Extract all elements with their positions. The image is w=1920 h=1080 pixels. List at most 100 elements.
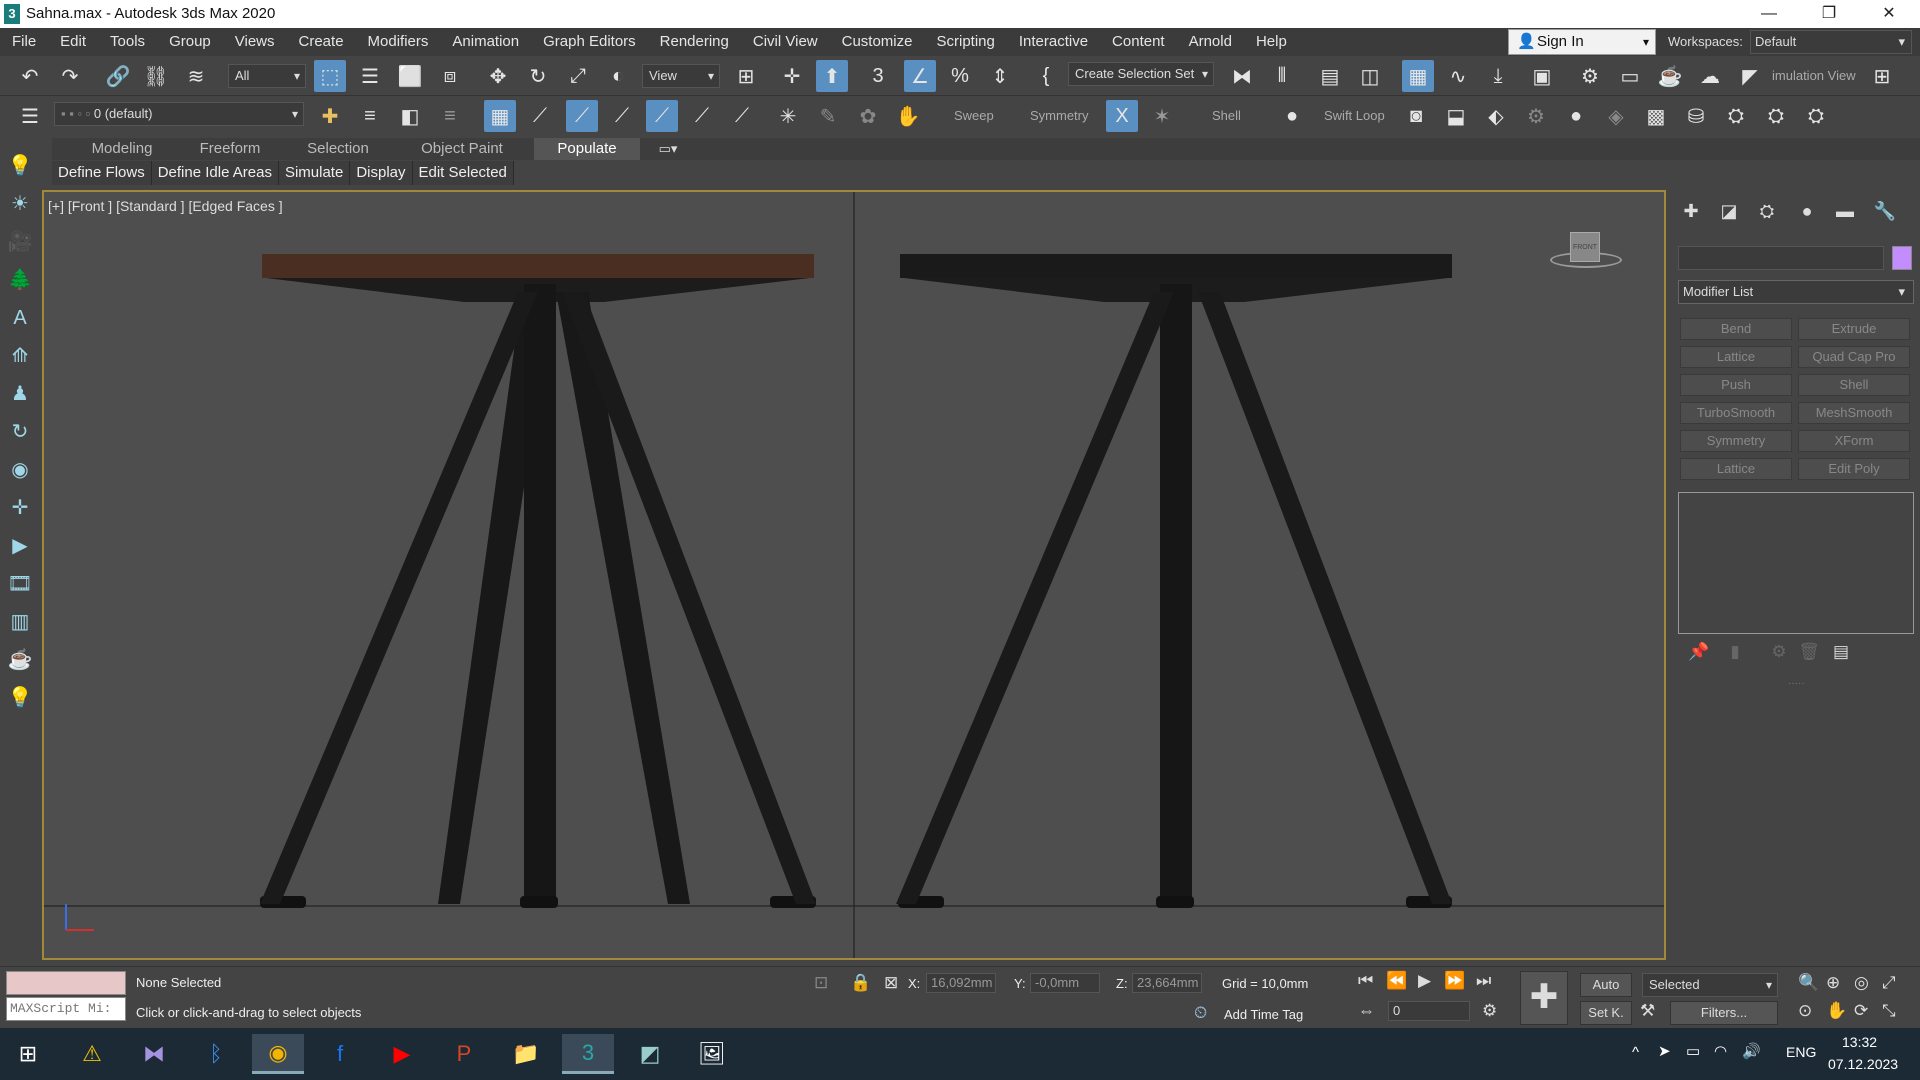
wifi-icon[interactable]: ◠ [1714, 1042, 1727, 1060]
menu-scripting[interactable]: Scripting [924, 28, 1006, 56]
snap-grid-icon[interactable]: ▦ [484, 100, 516, 132]
poly-draw-icon[interactable]: ✳ [772, 100, 804, 132]
tab-populate[interactable]: Populate [534, 138, 640, 160]
panel-icon[interactable]: ▥ [6, 608, 34, 636]
strip-icon[interactable]: ⟋ [686, 100, 718, 132]
volume-icon[interactable]: 🔊 [1742, 1042, 1761, 1060]
warning-app-icon[interactable]: ⚠ [66, 1034, 118, 1074]
sun-icon[interactable]: ☀ [6, 190, 34, 218]
viewport-layout-icon[interactable]: ⊞ [1866, 60, 1898, 92]
key-filter-select[interactable]: Selected [1642, 973, 1778, 997]
open-a360-gallery-icon[interactable]: ◤ [1734, 60, 1766, 92]
object-color-swatch[interactable] [1892, 246, 1912, 270]
material-icon[interactable]: ◉ [6, 456, 34, 484]
clock-time[interactable]: 13:32 [1842, 1034, 1877, 1050]
set-key-button[interactable]: Set K. [1580, 1001, 1632, 1025]
teapot-icon[interactable]: ☕ [6, 646, 34, 674]
maxscript-listener-output[interactable] [6, 971, 126, 995]
hierarchy-tab-icon[interactable]: ⛭ [1752, 198, 1782, 224]
redo-icon[interactable]: ↷ [54, 60, 86, 92]
display-button[interactable]: Display [350, 161, 413, 185]
menu-animation[interactable]: Animation [440, 28, 531, 56]
maximize-viewport-icon[interactable]: ⤡ [1882, 1001, 1896, 1021]
keyboard-shortcut-override-icon[interactable]: ⬆ [816, 60, 848, 92]
bulb-outline-icon[interactable]: 💡 [6, 684, 34, 712]
select-object-icon[interactable]: ⬚ [314, 60, 346, 92]
modifier-list-select[interactable]: Modifier List [1678, 280, 1914, 304]
extrude-button[interactable]: Extrude [1798, 318, 1910, 340]
orbit-icon[interactable]: ⟳ [1854, 1001, 1868, 1021]
window-crossing-icon[interactable]: ⧈ [434, 60, 466, 92]
zoom-extents-icon[interactable]: ◎ [1854, 973, 1869, 993]
absolute-mode-icon[interactable]: ⊠ [884, 973, 898, 993]
show-hidden-icons-icon[interactable]: ^ [1632, 1044, 1639, 1061]
bend-button[interactable]: Bend [1680, 318, 1792, 340]
curve-editor-icon[interactable]: ∿ [1442, 60, 1474, 92]
tree-icon[interactable]: 🌲 [6, 266, 34, 294]
ribbon-options-icon[interactable]: ▭▾ [650, 138, 686, 160]
add-to-layer-icon[interactable]: ≡ [354, 100, 386, 132]
bluetooth-icon[interactable]: ᛒ [190, 1034, 242, 1074]
make-unique-icon[interactable]: ⚙ [1768, 642, 1790, 664]
symmetry-button[interactable]: Symmetry [1680, 430, 1792, 452]
menu-interactive[interactable]: Interactive [1007, 28, 1100, 56]
isolate-selection-icon[interactable]: ⊡ [814, 973, 828, 993]
table-right[interactable] [896, 254, 1452, 908]
modify-tab-icon[interactable]: ◪ [1714, 198, 1744, 224]
shift-icon[interactable]: ⟋ [606, 100, 638, 132]
object-name-field[interactable] [1678, 246, 1884, 270]
swift-loop-label[interactable]: Swift Loop [1324, 106, 1385, 126]
set-current-layer-icon[interactable]: ≡ [434, 100, 466, 132]
menu-rendering[interactable]: Rendering [648, 28, 741, 56]
sphere-icon[interactable]: ● [1276, 100, 1308, 132]
symmetry-label[interactable]: Symmetry [1030, 106, 1089, 126]
previous-frame-icon[interactable]: ⏪ [1386, 971, 1407, 991]
grid-tool-icon[interactable]: ⛭ [1720, 100, 1752, 132]
move-icon[interactable]: ✥ [482, 60, 514, 92]
notes-app-icon[interactable]: ◩ [624, 1034, 676, 1074]
photos-app-icon[interactable]: 🖼 [686, 1034, 738, 1074]
edit-poly-button[interactable]: Edit Poly [1798, 458, 1910, 480]
video-icon[interactable]: 🎞 [6, 570, 34, 598]
percent-snap-icon[interactable]: % [944, 60, 976, 92]
select-by-name-icon[interactable]: ☰ [354, 60, 386, 92]
create-new-layer-icon[interactable]: ✚ [314, 100, 346, 132]
auto-key-button[interactable]: Auto [1580, 973, 1632, 997]
menu-content[interactable]: Content [1100, 28, 1177, 56]
unlink-icon[interactable]: ⛓ [140, 60, 172, 92]
clock-date[interactable]: 07.12.2023 [1828, 1056, 1898, 1072]
create-tab-icon[interactable]: ✚ [1676, 198, 1706, 224]
plant-icon[interactable]: ⟰ [6, 342, 34, 370]
paint-deform-icon[interactable]: ✎ [812, 100, 844, 132]
smooth-icon[interactable]: ✋ [892, 100, 924, 132]
material-editor-icon[interactable]: ▣ [1526, 60, 1558, 92]
telegram-icon[interactable]: ➤ [1658, 1042, 1671, 1060]
chrome-icon[interactable]: ◉ [252, 1034, 304, 1074]
define-idle-areas-button[interactable]: Define Idle Areas [152, 161, 279, 185]
go-to-end-icon[interactable]: ⏭ [1476, 971, 1491, 991]
bind-spacewarp-icon[interactable]: ≋ [180, 60, 212, 92]
table-left[interactable] [260, 254, 816, 908]
menu-modifiers[interactable]: Modifiers [356, 28, 441, 56]
simulate-button[interactable]: Simulate [279, 161, 351, 185]
extrude-icon[interactable]: ⬓ [1440, 100, 1472, 132]
close-button[interactable]: ✕ [1866, 0, 1912, 28]
field-of-view-icon[interactable]: ⊙ [1798, 1001, 1812, 1021]
loop-icon[interactable]: ◈ [1600, 100, 1632, 132]
relax-icon[interactable]: ✿ [852, 100, 884, 132]
time-tag-icon[interactable]: ⏲ [1194, 1003, 1207, 1023]
light-bulb-icon[interactable]: 💡 [6, 152, 34, 180]
step-build-icon[interactable]: ⟋ [646, 100, 678, 132]
workspaces-select[interactable]: Default ▾ [1750, 30, 1912, 54]
rectangle-selection-icon[interactable]: ⬜ [394, 60, 426, 92]
grid-tool-3-icon[interactable]: ⛭ [1800, 100, 1832, 132]
modifier-stack[interactable] [1678, 492, 1914, 634]
z-coordinate-field[interactable]: 23,664mm [1132, 973, 1202, 993]
battery-icon[interactable]: ▭ [1686, 1042, 1700, 1060]
undo-icon[interactable]: ↶ [14, 60, 46, 92]
edit-selected-button[interactable]: Edit Selected [413, 161, 514, 185]
lattice-button-2[interactable]: Lattice [1680, 458, 1792, 480]
zoom-extents-all-icon[interactable]: ⤢ [1882, 973, 1896, 993]
current-frame-field[interactable]: 0 [1388, 1001, 1470, 1021]
facebook-icon[interactable]: f [314, 1034, 366, 1074]
